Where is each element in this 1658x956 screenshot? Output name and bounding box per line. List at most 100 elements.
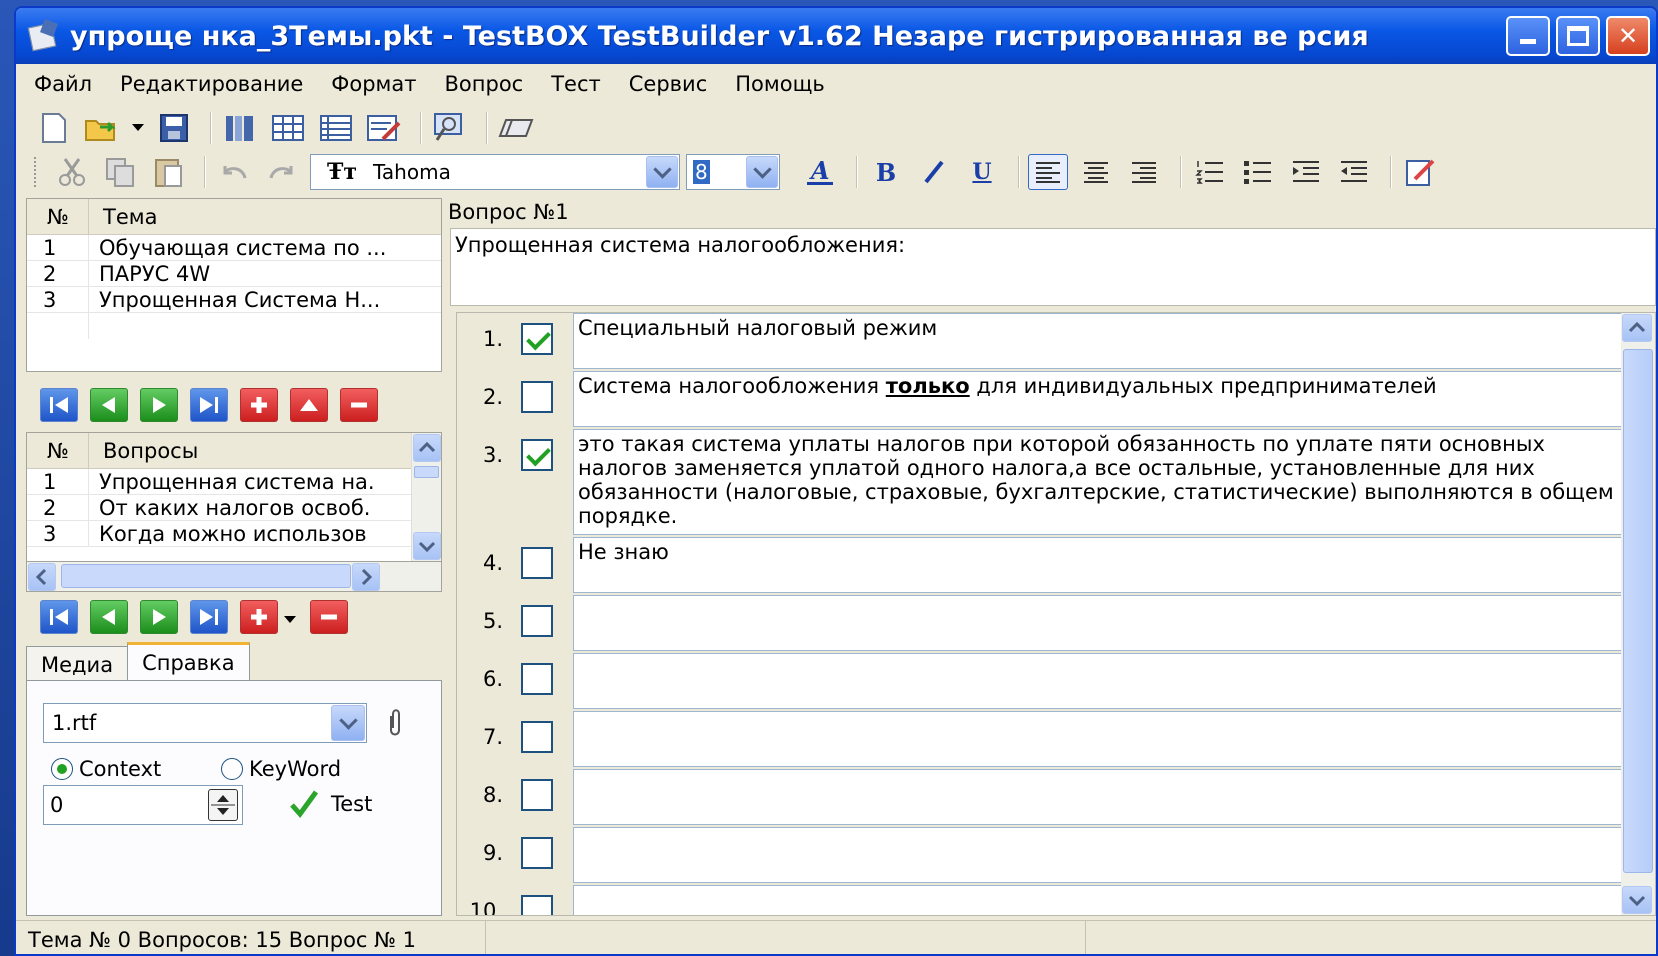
close-button[interactable]: ✕ — [1606, 16, 1650, 56]
first-topic-button[interactable] — [40, 388, 78, 422]
attach-button[interactable] — [377, 705, 413, 741]
table-row[interactable]: 3 Когда можно использов — [27, 521, 413, 547]
help-file-dropdown-button[interactable] — [331, 705, 365, 741]
add-topic-button[interactable] — [240, 388, 278, 422]
font-name-dropdown-button[interactable] — [646, 156, 678, 188]
stepper-buttons[interactable] — [208, 789, 238, 821]
test-help-button[interactable]: Test — [289, 789, 372, 819]
numbered-list-button[interactable] — [1190, 154, 1230, 190]
table-row[interactable]: 2 От каких налогов освоб. — [27, 495, 413, 521]
questions-horizontal-scrollbar[interactable] — [26, 562, 442, 592]
answer-text-editor[interactable] — [573, 827, 1623, 883]
questions-col-number[interactable]: № — [27, 433, 89, 468]
add-question-button[interactable] — [240, 600, 278, 634]
scroll-right-button[interactable] — [352, 563, 380, 591]
keyword-radio[interactable]: KeyWord — [221, 757, 341, 781]
menu-question[interactable]: Вопрос — [445, 72, 524, 96]
next-question-button[interactable] — [140, 600, 178, 634]
list-view-button[interactable] — [316, 110, 356, 146]
title-bar[interactable]: упроще нка_3Темы.pkt - TestBOX TestBuild… — [16, 8, 1656, 64]
answers-vertical-scrollbar[interactable] — [1621, 313, 1655, 915]
delete-question-button[interactable] — [310, 600, 348, 634]
table-row[interactable]: 2 ПАРУС 4W — [27, 261, 441, 287]
last-topic-button[interactable] — [190, 388, 228, 422]
answer-text-editor[interactable]: Специальный налоговый режим — [573, 313, 1623, 369]
copy-button[interactable] — [100, 154, 140, 190]
answer-text-editor[interactable] — [573, 711, 1623, 767]
outdent-button[interactable] — [1334, 154, 1374, 190]
font-size-dropdown-button[interactable] — [746, 156, 778, 188]
table-row[interactable]: 3 Упрощенная Система Н... — [27, 287, 441, 313]
answer-correct-checkbox[interactable] — [521, 323, 553, 355]
align-left-button[interactable] — [1028, 154, 1068, 190]
first-question-button[interactable] — [40, 600, 78, 634]
open-dropdown-arrow[interactable] — [130, 110, 146, 146]
help-context-id-stepper[interactable]: 0 — [43, 785, 243, 825]
help-file-select[interactable]: 1.rtf — [43, 703, 367, 743]
minimize-button[interactable] — [1506, 16, 1550, 56]
toolbar-grip[interactable] — [34, 157, 38, 187]
last-question-button[interactable] — [190, 600, 228, 634]
bullet-list-button[interactable] — [1238, 154, 1278, 190]
menu-format[interactable]: Формат — [331, 72, 416, 96]
answer-text-editor[interactable]: Не знаю — [573, 537, 1623, 593]
answer-text-editor[interactable] — [573, 769, 1623, 825]
add-question-dropdown[interactable] — [284, 605, 298, 629]
bold-button[interactable]: B — [866, 154, 906, 190]
menu-edit[interactable]: Редактирование — [120, 72, 303, 96]
menu-service[interactable]: Сервис — [629, 72, 707, 96]
scroll-up-button[interactable] — [1622, 314, 1652, 342]
save-button[interactable] — [154, 110, 194, 146]
paste-button[interactable] — [148, 154, 188, 190]
table-row[interactable]: 1 Обучающая система по ... — [27, 235, 441, 261]
scroll-thumb[interactable] — [1623, 349, 1653, 873]
answer-text-editor[interactable] — [573, 653, 1623, 709]
eraser-button[interactable] — [496, 110, 536, 146]
undo-button[interactable] — [214, 154, 254, 190]
cut-button[interactable] — [52, 154, 92, 190]
scroll-thumb[interactable] — [414, 466, 439, 478]
topics-button[interactable] — [220, 110, 260, 146]
move-topic-up-button[interactable] — [290, 388, 328, 422]
answer-correct-checkbox[interactable] — [521, 605, 553, 637]
tab-media[interactable]: Медиа — [26, 646, 129, 682]
topics-col-name[interactable]: Тема — [89, 205, 157, 229]
questions-vertical-scrollbar[interactable] — [411, 433, 441, 561]
font-color-button[interactable]: A — [800, 154, 840, 190]
questions-col-name[interactable]: Вопросы — [89, 439, 198, 463]
answer-correct-checkbox[interactable] — [521, 895, 553, 915]
answer-text-editor[interactable]: Система налогообложения только для индив… — [573, 371, 1623, 427]
new-file-button[interactable] — [34, 110, 74, 146]
preview-button[interactable] — [364, 110, 404, 146]
answer-text-editor[interactable] — [573, 885, 1623, 915]
answer-correct-checkbox[interactable] — [521, 837, 553, 869]
answer-correct-checkbox[interactable] — [521, 547, 553, 579]
topics-col-number[interactable]: № — [27, 199, 89, 234]
table-row[interactable]: 1 Упрощенная система на. — [27, 469, 413, 495]
open-file-button[interactable] — [82, 110, 122, 146]
run-test-button[interactable] — [430, 110, 470, 146]
answer-correct-checkbox[interactable] — [521, 663, 553, 695]
tab-help[interactable]: Справка — [127, 642, 250, 682]
grid-view-button[interactable] — [268, 110, 308, 146]
next-topic-button[interactable] — [140, 388, 178, 422]
answer-text-editor[interactable]: это такая система уплаты налогов при кот… — [573, 429, 1623, 535]
font-name-select[interactable]: Ŧт Tahoma — [310, 154, 680, 190]
answer-correct-checkbox[interactable] — [521, 439, 553, 471]
answer-correct-checkbox[interactable] — [521, 779, 553, 811]
align-right-button[interactable] — [1124, 154, 1164, 190]
question-text-editor[interactable]: Упрощенная система налогообложения: — [450, 228, 1656, 306]
answer-text-editor[interactable] — [573, 595, 1623, 651]
menu-test[interactable]: Тест — [551, 72, 601, 96]
align-center-button[interactable] — [1076, 154, 1116, 190]
italic-button[interactable] — [914, 154, 954, 190]
answer-correct-checkbox[interactable] — [521, 381, 553, 413]
prev-question-button[interactable] — [90, 600, 128, 634]
menu-help[interactable]: Помощь — [735, 72, 825, 96]
indent-button[interactable] — [1286, 154, 1326, 190]
scroll-thumb[interactable] — [61, 564, 351, 588]
menu-file[interactable]: Файл — [34, 72, 92, 96]
prev-topic-button[interactable] — [90, 388, 128, 422]
underline-button[interactable]: U — [962, 154, 1002, 190]
scroll-left-button[interactable] — [28, 563, 56, 591]
